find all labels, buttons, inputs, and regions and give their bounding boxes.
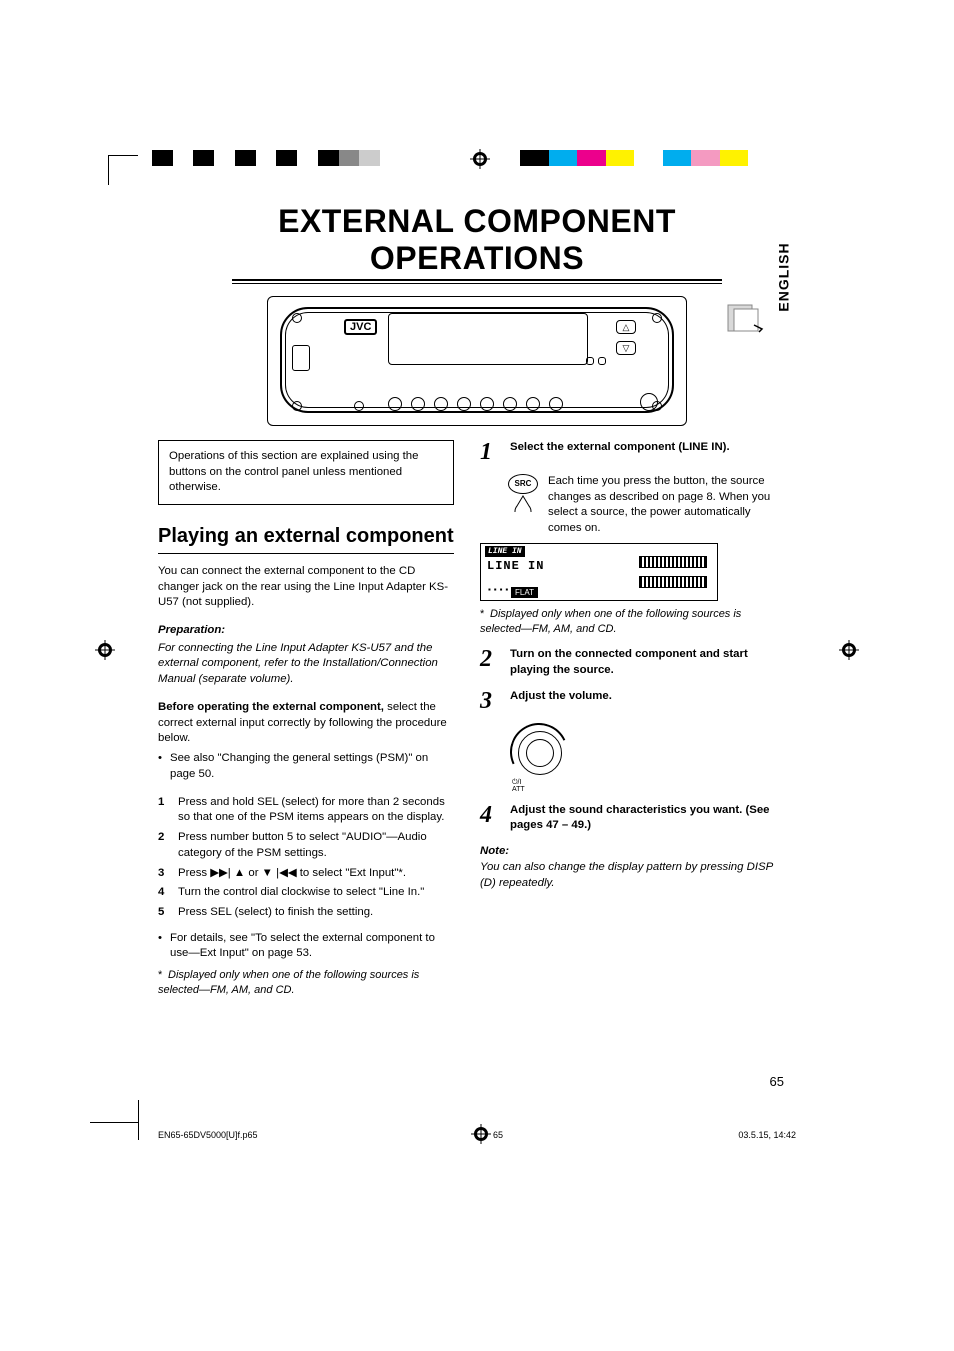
print-footer: EN65-65DV5000[U]f.p65 65 03.5.15, 14:42 xyxy=(158,1130,796,1140)
device-front-panel-figure: JVC △ ▽ xyxy=(267,296,687,426)
step1-heading: Select the external component (LINE IN). xyxy=(510,440,776,456)
note-body: You can also change the display pattern … xyxy=(480,860,776,891)
printer-color-bar-right xyxy=(520,150,748,166)
volume-dial-figure: ⏻/IATT xyxy=(508,723,578,793)
preparation-body: For connecting the Line Input Adapter KS… xyxy=(158,641,454,688)
crop-mark xyxy=(138,1100,139,1140)
display-figure: LINE IN LINE IN ▪▪▪▪▪ FLAT xyxy=(480,543,718,601)
step-number: 3 xyxy=(480,689,500,713)
crop-mark xyxy=(108,155,138,185)
body-text: You can connect the external component t… xyxy=(158,564,454,611)
footer-timestamp: 03.5.15, 14:42 xyxy=(738,1130,796,1140)
registration-mark-left xyxy=(95,640,115,665)
title-rule-thin xyxy=(232,283,722,284)
before-heading: Before operating the external component, xyxy=(158,701,384,713)
footnote: *Displayed only when one of the followin… xyxy=(480,607,776,637)
intro-note-box: Operations of this section are explained… xyxy=(158,440,454,505)
list-item: 2Press number button 5 to select "AUDIO"… xyxy=(158,830,454,861)
step4-heading: Adjust the sound characteristics you wan… xyxy=(510,803,776,834)
list-item: 3 Press ▶▶| ▲ or ▼ |◀◀ to select "Ext In… xyxy=(158,866,454,882)
step-number: 4 xyxy=(480,803,500,834)
before-operating: Before operating the external component,… xyxy=(158,700,454,747)
registration-mark-right xyxy=(839,640,859,665)
section-rule xyxy=(158,553,454,554)
footer-filename: EN65-65DV5000[U]f.p65 xyxy=(158,1130,258,1140)
registration-mark-top xyxy=(470,149,490,169)
section-heading: Playing an external component xyxy=(158,523,454,551)
list-item: 4Turn the control dial clockwise to sele… xyxy=(158,885,454,901)
step1-body: Each time you press the button, the sour… xyxy=(548,474,776,537)
bullet-item: See also "Changing the general settings … xyxy=(170,751,454,782)
step3-heading: Adjust the volume. xyxy=(510,689,776,705)
footer-page: 65 xyxy=(493,1130,503,1140)
preparation-heading: Preparation: xyxy=(158,623,454,639)
list-item: 1Press and hold SEL (select) for more th… xyxy=(158,795,454,826)
footnote: *Displayed only when one of the followin… xyxy=(158,968,454,998)
step-number: 1 xyxy=(480,440,500,464)
page-title: EXTERNAL COMPONENT OPERATIONS xyxy=(232,203,722,277)
device-display xyxy=(388,313,588,365)
note-heading: Note: xyxy=(480,844,776,860)
crop-mark xyxy=(90,1105,138,1123)
page-icon xyxy=(722,301,766,340)
page-number: 65 xyxy=(770,1074,784,1089)
title-rule xyxy=(232,279,722,281)
language-tab: ENGLISH xyxy=(775,242,791,311)
step2-heading: Turn on the connected component and star… xyxy=(510,647,776,678)
device-logo: JVC xyxy=(344,319,377,335)
bullet-item: For details, see "To select the external… xyxy=(170,931,454,962)
printer-color-bar-left xyxy=(152,150,380,166)
list-item: 5Press SEL (select) to finish the settin… xyxy=(158,905,454,921)
src-button-figure: SRC xyxy=(508,474,538,518)
step-number: 2 xyxy=(480,647,500,678)
